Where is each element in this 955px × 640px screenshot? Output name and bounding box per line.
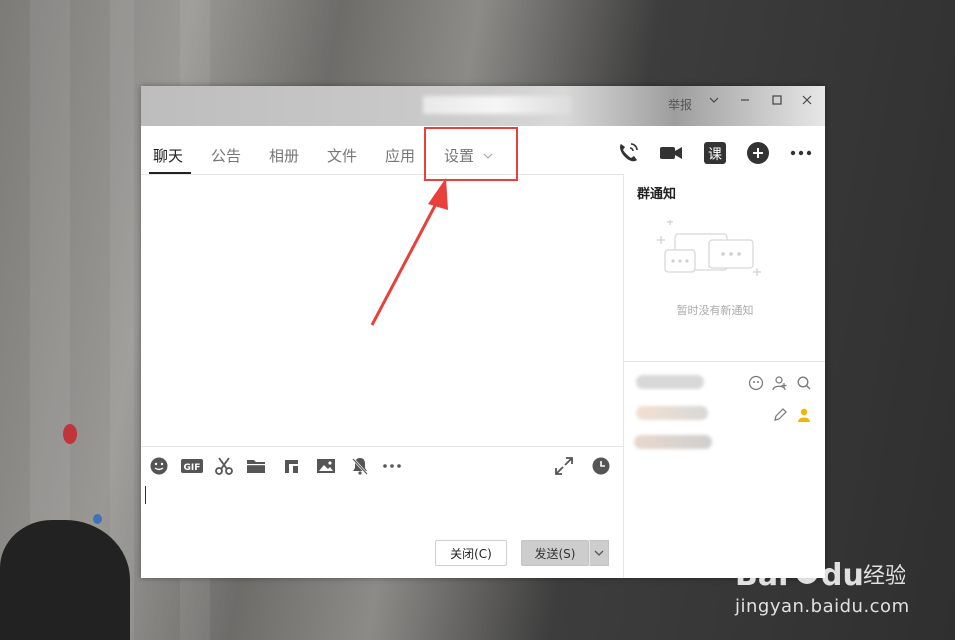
more-icon[interactable] (788, 140, 814, 166)
admin-icon (796, 407, 812, 423)
svg-text:课: 课 (708, 147, 722, 163)
empty-notice-illustration (653, 219, 763, 290)
tab-announcement[interactable]: 公告 (211, 145, 241, 166)
member-count-blurred (636, 375, 704, 389)
emoji-icon[interactable] (149, 456, 169, 476)
gif-icon[interactable]: GIF (181, 456, 203, 476)
class-icon[interactable]: 课 (702, 140, 728, 166)
tab-apps[interactable]: 应用 (385, 145, 415, 166)
member-entry-blurred (636, 406, 708, 420)
report-link[interactable]: 举报 (668, 96, 692, 113)
message-input[interactable] (141, 478, 623, 534)
scissors-icon[interactable] (214, 456, 234, 476)
baidu-url: jingyan.baidu.com (735, 596, 910, 617)
send-button[interactable]: 发送(S) (521, 540, 589, 566)
annotation-arrow (370, 178, 448, 326)
bell-mute-icon[interactable] (350, 456, 370, 476)
expand-icon[interactable] (554, 456, 574, 476)
climber-figure (93, 514, 102, 524)
svg-text:Bai: Bai (735, 558, 788, 593)
climber-figure (63, 424, 77, 444)
add-app-icon[interactable] (745, 140, 771, 166)
search-icon[interactable] (796, 375, 812, 391)
close-window-button[interactable] (797, 92, 817, 112)
tab-files[interactable]: 文件 (327, 145, 357, 166)
group-notice-title: 群通知 (637, 187, 677, 202)
maximize-button[interactable] (767, 92, 787, 112)
input-divider (141, 446, 623, 447)
notice-divider (624, 361, 825, 362)
history-clock-icon[interactable] (591, 456, 611, 476)
svg-text:GIF: GIF (184, 463, 201, 473)
minimize-button[interactable] (735, 92, 755, 112)
text-caret (145, 486, 146, 504)
chevron-down-icon[interactable] (704, 92, 724, 112)
send-options-button[interactable] (589, 540, 609, 566)
sidebar-divider (623, 174, 624, 578)
title-bar[interactable]: 举报 (141, 86, 825, 126)
folder-icon[interactable] (246, 456, 266, 476)
tab-chat[interactable]: 聊天 (153, 145, 183, 166)
image-icon[interactable] (316, 456, 336, 476)
voice-call-icon[interactable] (615, 140, 641, 166)
rock-outcrop (0, 520, 130, 640)
more-dots-icon[interactable] (381, 456, 403, 476)
no-notice-text: 暂时没有新通知 (676, 304, 754, 317)
svg-text:du: du (821, 558, 864, 593)
member-entry-blurred (634, 435, 712, 449)
baidu-logo: Bai du 经验 (735, 553, 907, 597)
edit-icon[interactable] (772, 407, 788, 423)
close-button[interactable]: 关闭(C) (435, 540, 507, 566)
add-member-icon[interactable] (772, 375, 788, 391)
video-call-icon[interactable] (658, 140, 684, 166)
svg-text:经验: 经验 (863, 564, 905, 589)
tab-album[interactable]: 相册 (269, 145, 299, 166)
group-face-icon[interactable] (748, 375, 764, 391)
music-icon[interactable] (281, 456, 301, 476)
group-name-blurred (423, 96, 571, 114)
